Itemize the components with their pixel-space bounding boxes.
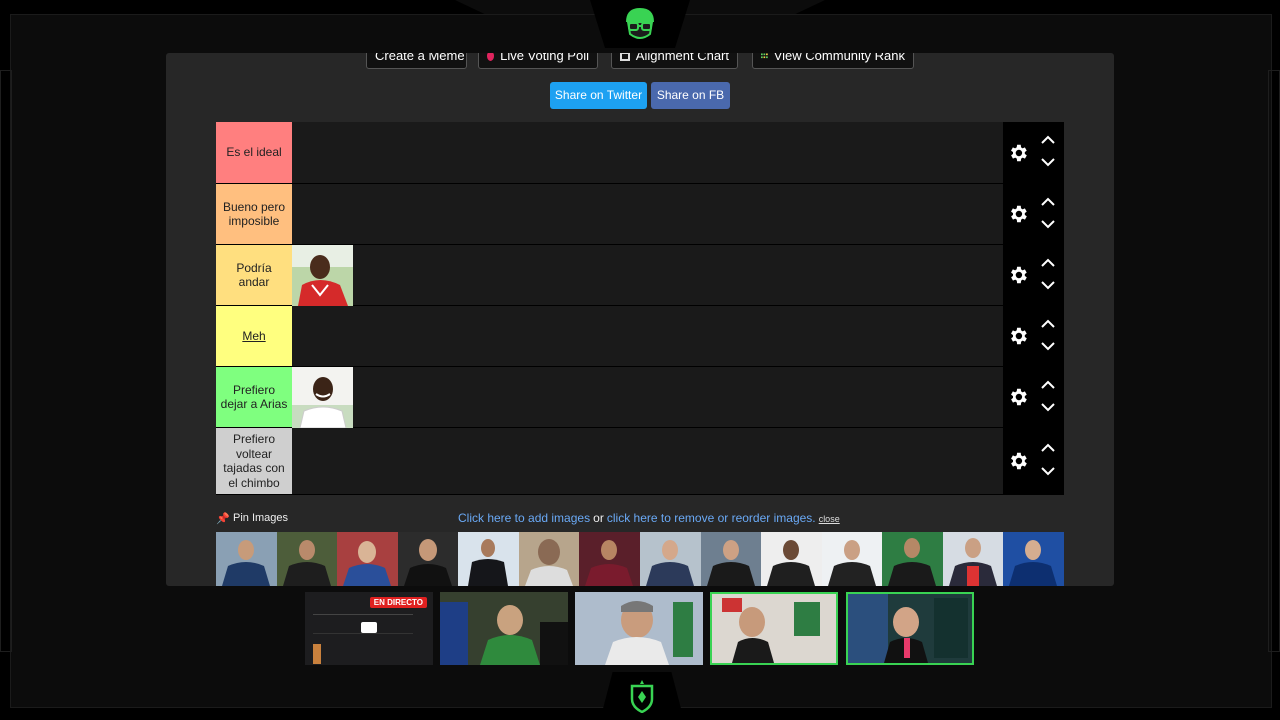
player-image[interactable] [942,532,1004,586]
player-image[interactable] [292,367,353,428]
create-meme-button[interactable]: Create a Meme [366,53,467,69]
stream-cam-3 [710,592,838,665]
record-dot-icon [487,53,495,61]
tier-label[interactable]: Meh [216,306,292,366]
stream-cam-4 [846,592,974,665]
player-image[interactable] [761,532,822,586]
tier-row: Es el ideal [216,122,1064,184]
monitor-icon [361,622,377,633]
view-community-rank-button[interactable]: View Community Rank [752,53,914,69]
player-image[interactable] [458,532,519,586]
tier-row: Prefiero dejar a Arias [216,367,1064,428]
gear-icon[interactable] [1007,142,1029,164]
player-image[interactable] [216,532,277,586]
tier-controls [1003,122,1064,183]
tier-drop-zone[interactable] [292,428,1003,494]
chevron-up-icon[interactable] [1040,196,1056,208]
frame-right-decoration [1268,70,1280,652]
tier-row: Podría andar [216,245,1064,306]
alignment-chart-button[interactable]: Alignment Chart [611,53,738,69]
unranked-image-strip [216,532,1064,586]
chevron-down-icon[interactable] [1040,401,1056,413]
stream-cam-2 [575,592,703,665]
player-image[interactable] [700,532,762,586]
preview-bar [313,644,321,664]
tier-drop-zone[interactable] [292,306,1003,366]
chevron-down-icon[interactable] [1040,465,1056,477]
tier-controls [1003,428,1064,494]
player-image[interactable] [639,532,701,586]
player-image[interactable] [579,532,640,586]
mascot-glasses-logo [626,8,654,39]
tier-controls [1003,367,1064,427]
alignment-chart-label: Alignment Chart [635,53,729,63]
grid-icon [620,53,630,61]
tier-controls [1003,306,1064,366]
top-logo-badge [590,0,690,48]
chevron-down-icon[interactable] [1040,156,1056,168]
chevron-up-icon[interactable] [1040,257,1056,269]
live-badge: EN DIRECTO [369,597,427,608]
share-fb-button[interactable]: Share on FB [651,82,730,109]
tier-controls [1003,245,1064,305]
stream-cams: EN DIRECTO [305,592,977,666]
tier-label-text: Prefiero voltear tajadas con el chimbo [223,432,285,490]
player-image[interactable] [397,532,459,586]
player-image[interactable] [276,532,338,586]
chevron-down-icon[interactable] [1040,340,1056,352]
shield-logo [630,680,654,713]
player-image[interactable] [821,532,883,586]
share-twitter-button[interactable]: Share on Twitter [550,82,647,109]
frame-left-decoration [0,70,12,652]
gear-icon[interactable] [1007,450,1029,472]
tier-list: Es el ideal Bueno pero imposible Podría … [216,122,1064,495]
bottom-logo-badge [600,672,684,720]
chevron-down-icon[interactable] [1040,279,1056,291]
tier-controls [1003,184,1064,244]
tier-drop-zone[interactable] [292,367,1003,428]
chevron-up-icon[interactable] [1040,318,1056,330]
gear-icon[interactable] [1007,203,1029,225]
toolbar: Create a Meme Live Voting Poll Alignment… [166,53,1114,71]
image-links: Click here to add images or click here t… [458,511,840,525]
player-image[interactable] [337,532,398,586]
chevron-up-icon[interactable] [1040,442,1056,454]
tier-label[interactable]: Prefiero dejar a Arias [216,367,292,427]
tier-label[interactable]: Es el ideal [216,122,292,183]
gear-icon[interactable] [1007,264,1029,286]
player-image[interactable] [292,245,353,306]
player-image[interactable] [1003,532,1064,586]
chevron-up-icon[interactable] [1040,379,1056,391]
live-voting-label: Live Voting Poll [500,53,589,63]
stream-cam-1 [440,592,568,665]
player-image[interactable] [882,532,943,586]
pin-images-toggle[interactable]: Pin Images [233,512,288,524]
tier-label[interactable]: Podría andar [216,245,292,305]
or-text: or [593,511,604,525]
tier-label[interactable]: Prefiero voltear tajadas con el chimbo [216,428,292,494]
community-rank-label: View Community Rank [773,53,905,63]
close-link[interactable]: close [819,514,840,524]
chevron-up-icon[interactable] [1040,134,1056,146]
create-meme-label: Create a Meme [375,53,465,63]
tier-drop-zone[interactable] [292,122,1003,183]
tier-row: Prefiero voltear tajadas con el chimbo [216,428,1064,495]
gear-icon[interactable] [1007,325,1029,347]
stream-screen-preview: EN DIRECTO [305,592,433,665]
player-image[interactable] [518,532,580,586]
tier-label[interactable]: Bueno pero imposible [216,184,292,244]
tier-drop-zone[interactable] [292,184,1003,244]
tier-drop-zone[interactable] [292,245,1003,306]
chevron-down-icon[interactable] [1040,218,1056,230]
pin-icon: 📌 [216,513,230,525]
remove-images-link[interactable]: click here to remove or reorder images. [607,511,816,525]
live-voting-poll-button[interactable]: Live Voting Poll [478,53,598,69]
pin-images-bar: 📌 Pin Images Click here to add images or… [216,510,1064,530]
gear-icon[interactable] [1007,386,1029,408]
tierlist-panel: Create a Meme Live Voting Poll Alignment… [166,53,1114,586]
add-images-link[interactable]: Click here to add images [458,511,590,525]
community-grid-icon [761,53,768,59]
tier-row: Meh [216,306,1064,367]
tier-row: Bueno pero imposible [216,184,1064,245]
